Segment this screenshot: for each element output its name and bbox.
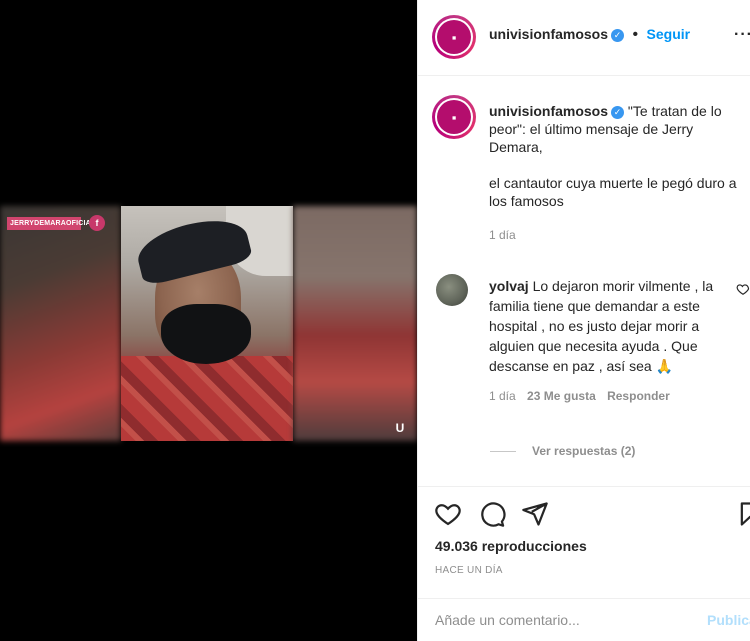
publish-button[interactable]: Publicar xyxy=(707,612,750,628)
account-avatar[interactable]: ▪ xyxy=(432,15,476,59)
univision-watermark-icon: U xyxy=(395,421,405,435)
verified-badge-icon: ✓ xyxy=(611,29,625,42)
share-send-icon[interactable] xyxy=(521,500,549,528)
comments-list[interactable]: ▪ univisionfamosos ✓ "Te tratan de lo peo… xyxy=(418,77,750,486)
save-bookmark-icon[interactable] xyxy=(736,500,750,528)
like-heart-icon[interactable] xyxy=(434,500,462,528)
video-player[interactable]: JERRYDEMARAOFICIAL f xyxy=(0,206,417,441)
caption-text-2: el cantautor cuya muerte le pegó duro a … xyxy=(489,175,737,209)
comment-item: yolvaj Lo dejaron morir vilmente , la fa… xyxy=(489,276,729,406)
post-time-ago[interactable]: HACE UN DÍA xyxy=(435,565,503,576)
post-actions: 49.036 reproducciones HACE UN DÍA Public… xyxy=(418,486,750,641)
views-count[interactable]: 49.036 reproducciones xyxy=(435,538,587,554)
comment-bubble-icon[interactable] xyxy=(478,500,506,528)
video-frame xyxy=(121,206,293,441)
caption-username[interactable]: univisionfamosos xyxy=(489,103,608,119)
replies-divider xyxy=(490,451,516,452)
caption-avatar[interactable]: ▪ xyxy=(432,95,476,139)
comment-time[interactable]: 1 día xyxy=(489,389,516,403)
commenter-avatar[interactable] xyxy=(436,274,468,306)
comment-input[interactable] xyxy=(435,612,685,628)
comment-likes[interactable]: 23 Me gusta xyxy=(527,389,596,403)
video-blur-left xyxy=(0,206,121,441)
video-account-tag: JERRYDEMARAOFICIAL xyxy=(7,217,95,230)
caption-time[interactable]: 1 día xyxy=(489,226,741,244)
post-header: ▪ univisionfamosos✓ • Seguir ··· xyxy=(418,0,750,76)
comment-username[interactable]: yolvaj xyxy=(489,278,529,294)
more-options-icon[interactable]: ··· xyxy=(734,26,750,44)
like-comment-heart-icon[interactable] xyxy=(736,282,750,296)
avatar-logo-icon: ▪ xyxy=(451,29,457,45)
mask-shape xyxy=(161,304,251,364)
post-side-panel: ▪ univisionfamosos✓ • Seguir ··· ▪ univi… xyxy=(417,0,750,641)
facebook-badge-icon: f xyxy=(89,215,105,231)
avatar-logo-icon: ▪ xyxy=(451,109,457,125)
view-replies-button[interactable]: Ver respuestas (2) xyxy=(532,444,635,458)
video-blur-right xyxy=(293,206,417,441)
header-username[interactable]: univisionfamosos xyxy=(489,26,608,42)
post-media[interactable]: JERRYDEMARAOFICIAL f U xyxy=(0,0,417,641)
caption: univisionfamosos ✓ "Te tratan de lo peor"… xyxy=(489,102,741,244)
verified-badge-icon: ✓ xyxy=(611,106,625,119)
comment-meta: 1 día 23 Me gusta Responder xyxy=(489,386,729,406)
reply-button[interactable]: Responder xyxy=(607,389,670,403)
header-separator: • xyxy=(632,26,639,43)
comment-bar: Publicar xyxy=(418,598,750,641)
blanket-shape xyxy=(121,356,293,441)
follow-button[interactable]: Seguir xyxy=(647,26,691,42)
